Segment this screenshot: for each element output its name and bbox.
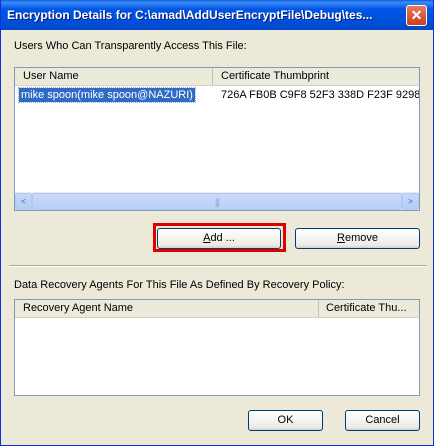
ok-button[interactable]: OK [248,410,323,431]
encryption-details-dialog: Encryption Details for C:\amad\AddUserEn… [0,0,434,446]
users-listview[interactable]: User Name Certificate Thumbprint mike sp… [14,67,420,211]
cancel-button[interactable]: Cancel [345,410,420,431]
scroll-right-button[interactable]: > [402,193,419,210]
title-bar[interactable]: Encryption Details for C:\amad\AddUserEn… [1,0,433,30]
users-section-label: Users Who Can Transparently Access This … [14,40,247,52]
add-button-highlight-box [153,223,286,252]
remove-button-mnemonic: R [337,232,345,244]
chevron-right-icon: > [408,197,413,206]
column-header-certificate-thumbprint[interactable]: Certificate Thumbprint [213,68,419,85]
users-list-header: User Name Certificate Thumbprint [15,68,419,86]
column-header-user-name[interactable]: User Name [15,68,213,85]
close-button[interactable]: ✕ [406,5,427,26]
remove-button[interactable]: Remove [295,228,420,249]
scrollbar-thumb[interactable]: ||| [32,193,402,210]
grip-icon: ||| [214,196,220,207]
close-icon: ✕ [410,7,423,23]
window-title: Encryption Details for C:\amad\AddUserEn… [7,8,373,22]
horizontal-scrollbar[interactable]: < ||| > [15,192,419,210]
section-divider [9,265,427,267]
column-header-recovery-agent-name[interactable]: Recovery Agent Name [15,300,319,317]
column-header-certificate-thumbprint[interactable]: Certificate Thu... [319,300,419,317]
user-name-cell: mike spoon(mike spoon@NAZURI) [18,87,196,103]
thumbprint-cell: 726A FB0B C9F8 52F3 338D F23F 9298 ... [221,89,420,101]
chevron-left-icon: < [21,197,26,206]
recovery-agents-listview[interactable]: Recovery Agent Name Certificate Thu... [14,299,420,396]
remove-button-label: emove [344,232,378,244]
user-row[interactable]: mike spoon(mike spoon@NAZURI) 726A FB0B … [15,87,420,103]
recovery-list-header: Recovery Agent Name Certificate Thu... [15,300,419,318]
scroll-left-button[interactable]: < [15,193,32,210]
recovery-section-label: Data Recovery Agents For This File As De… [14,279,345,291]
